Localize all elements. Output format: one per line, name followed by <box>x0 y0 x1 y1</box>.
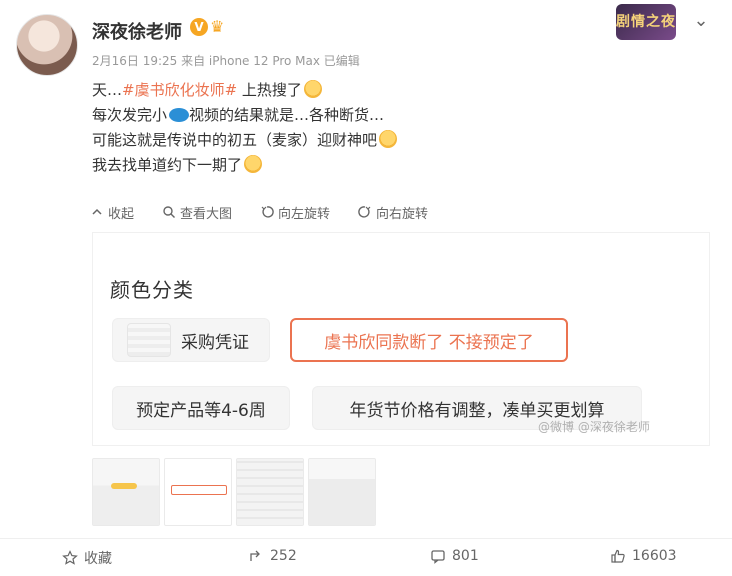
post-text: 天…#虞书欣化妆师# 上热搜了 每次发完小 视频的结果就是…各种断货… 可能这就是… <box>92 78 712 178</box>
post-text-segment: 上热搜了 <box>237 81 302 99</box>
post-line-1: 天…#虞书欣化妆师# 上热搜了 <box>92 78 712 103</box>
thumbnail-1[interactable] <box>92 458 160 526</box>
collapse-icon <box>92 208 102 215</box>
rotate-right-icon <box>358 206 371 218</box>
color-option-preorder: 预定产品等4-6周 <box>112 386 290 430</box>
post-line-2: 每次发完小 视频的结果就是…各种断货… <box>92 103 712 128</box>
post-line-3: 可能这就是传说中的初五（麦家）迎财神吧 <box>92 128 712 153</box>
image-panel-title: 颜色分类 <box>110 278 194 302</box>
post-text-segment: 可能这就是传说中的初五（麦家）迎财神吧 <box>92 131 378 149</box>
favorite-button[interactable]: 收藏 <box>62 548 112 568</box>
crown-icon: ♛ <box>210 17 225 36</box>
color-option-purchase-proof: 采购凭证 <box>112 318 270 362</box>
comment-count: 801 <box>452 548 479 564</box>
star-icon <box>62 550 78 565</box>
thumbnail-3[interactable] <box>236 458 304 526</box>
share-icon <box>250 550 260 561</box>
verified-icon: V <box>190 18 208 36</box>
avatar[interactable] <box>16 14 78 76</box>
rotate-right-label: 向右旋转 <box>376 206 429 222</box>
author-name[interactable]: 深夜徐老师 <box>92 18 182 44</box>
color-option-label: 年货节价格有调整，凑单买更划算 <box>349 400 605 421</box>
emoji-icon <box>303 80 322 98</box>
bottom-divider <box>0 538 732 539</box>
color-option-label: 预定产品等4-6周 <box>136 400 266 421</box>
color-option-sold-out: 虞书欣同款断了 不接预定了 <box>290 318 568 362</box>
comment-button[interactable]: 801 <box>430 548 479 564</box>
thumbnail-2[interactable] <box>164 458 232 526</box>
eye-emoji-icon <box>169 108 190 122</box>
emoji-icon <box>244 155 263 173</box>
bottom-action-bar: 收藏 252 801 16603 <box>0 540 732 576</box>
image-action-bar: 收起 查看大图 向左旋转 向右旋转 <box>90 198 710 226</box>
like-button[interactable]: 16603 <box>610 548 677 564</box>
rotate-left-button[interactable]: 向左旋转 <box>260 203 330 222</box>
like-count: 16603 <box>632 548 677 564</box>
magnifier-icon <box>163 206 176 218</box>
comment-icon <box>431 550 445 564</box>
image-watermark: @微博 @深夜徐老师 <box>538 420 650 434</box>
post-meta: 2月16日 19:25 来自 iPhone 12 Pro Max 已编辑 <box>92 54 360 68</box>
rotate-left-icon <box>261 206 274 218</box>
post-text-segment: 天… <box>92 81 123 99</box>
post-text-segment: 视频的结果就是…各种断货… <box>189 106 385 124</box>
favorite-label: 收藏 <box>84 551 112 567</box>
collect-button[interactable]: 收起 <box>90 203 134 222</box>
repost-button[interactable]: 252 <box>248 548 297 564</box>
post-line-4: 我去找单道约下一期了 <box>92 153 712 178</box>
thumbnail-4[interactable] <box>308 458 376 526</box>
color-option-label: 采购凭证 <box>181 332 249 353</box>
rotate-right-button[interactable]: 向右旋转 <box>358 203 428 222</box>
hashtag-link[interactable]: #虞书欣化妆师# <box>122 81 237 99</box>
emoji-icon <box>379 130 398 148</box>
color-option-label: 虞书欣同款断了 不接预定了 <box>324 332 534 353</box>
repost-count: 252 <box>270 548 297 564</box>
view-large-label: 查看大图 <box>180 206 233 222</box>
chevron-down-icon[interactable]: ⌄ <box>690 10 712 32</box>
collect-label: 收起 <box>108 206 135 222</box>
post-text-segment: 我去找单道约下一期了 <box>92 156 243 174</box>
view-large-button[interactable]: 查看大图 <box>162 203 232 222</box>
rotate-left-label: 向左旋转 <box>278 206 331 222</box>
option-thumbnail <box>127 323 171 357</box>
post-text-segment: 每次发完小 <box>92 106 168 124</box>
thumbs-up-icon <box>611 549 625 563</box>
thumbnail-strip <box>92 458 710 528</box>
user-badge[interactable]: 剧情之夜 <box>616 4 676 40</box>
